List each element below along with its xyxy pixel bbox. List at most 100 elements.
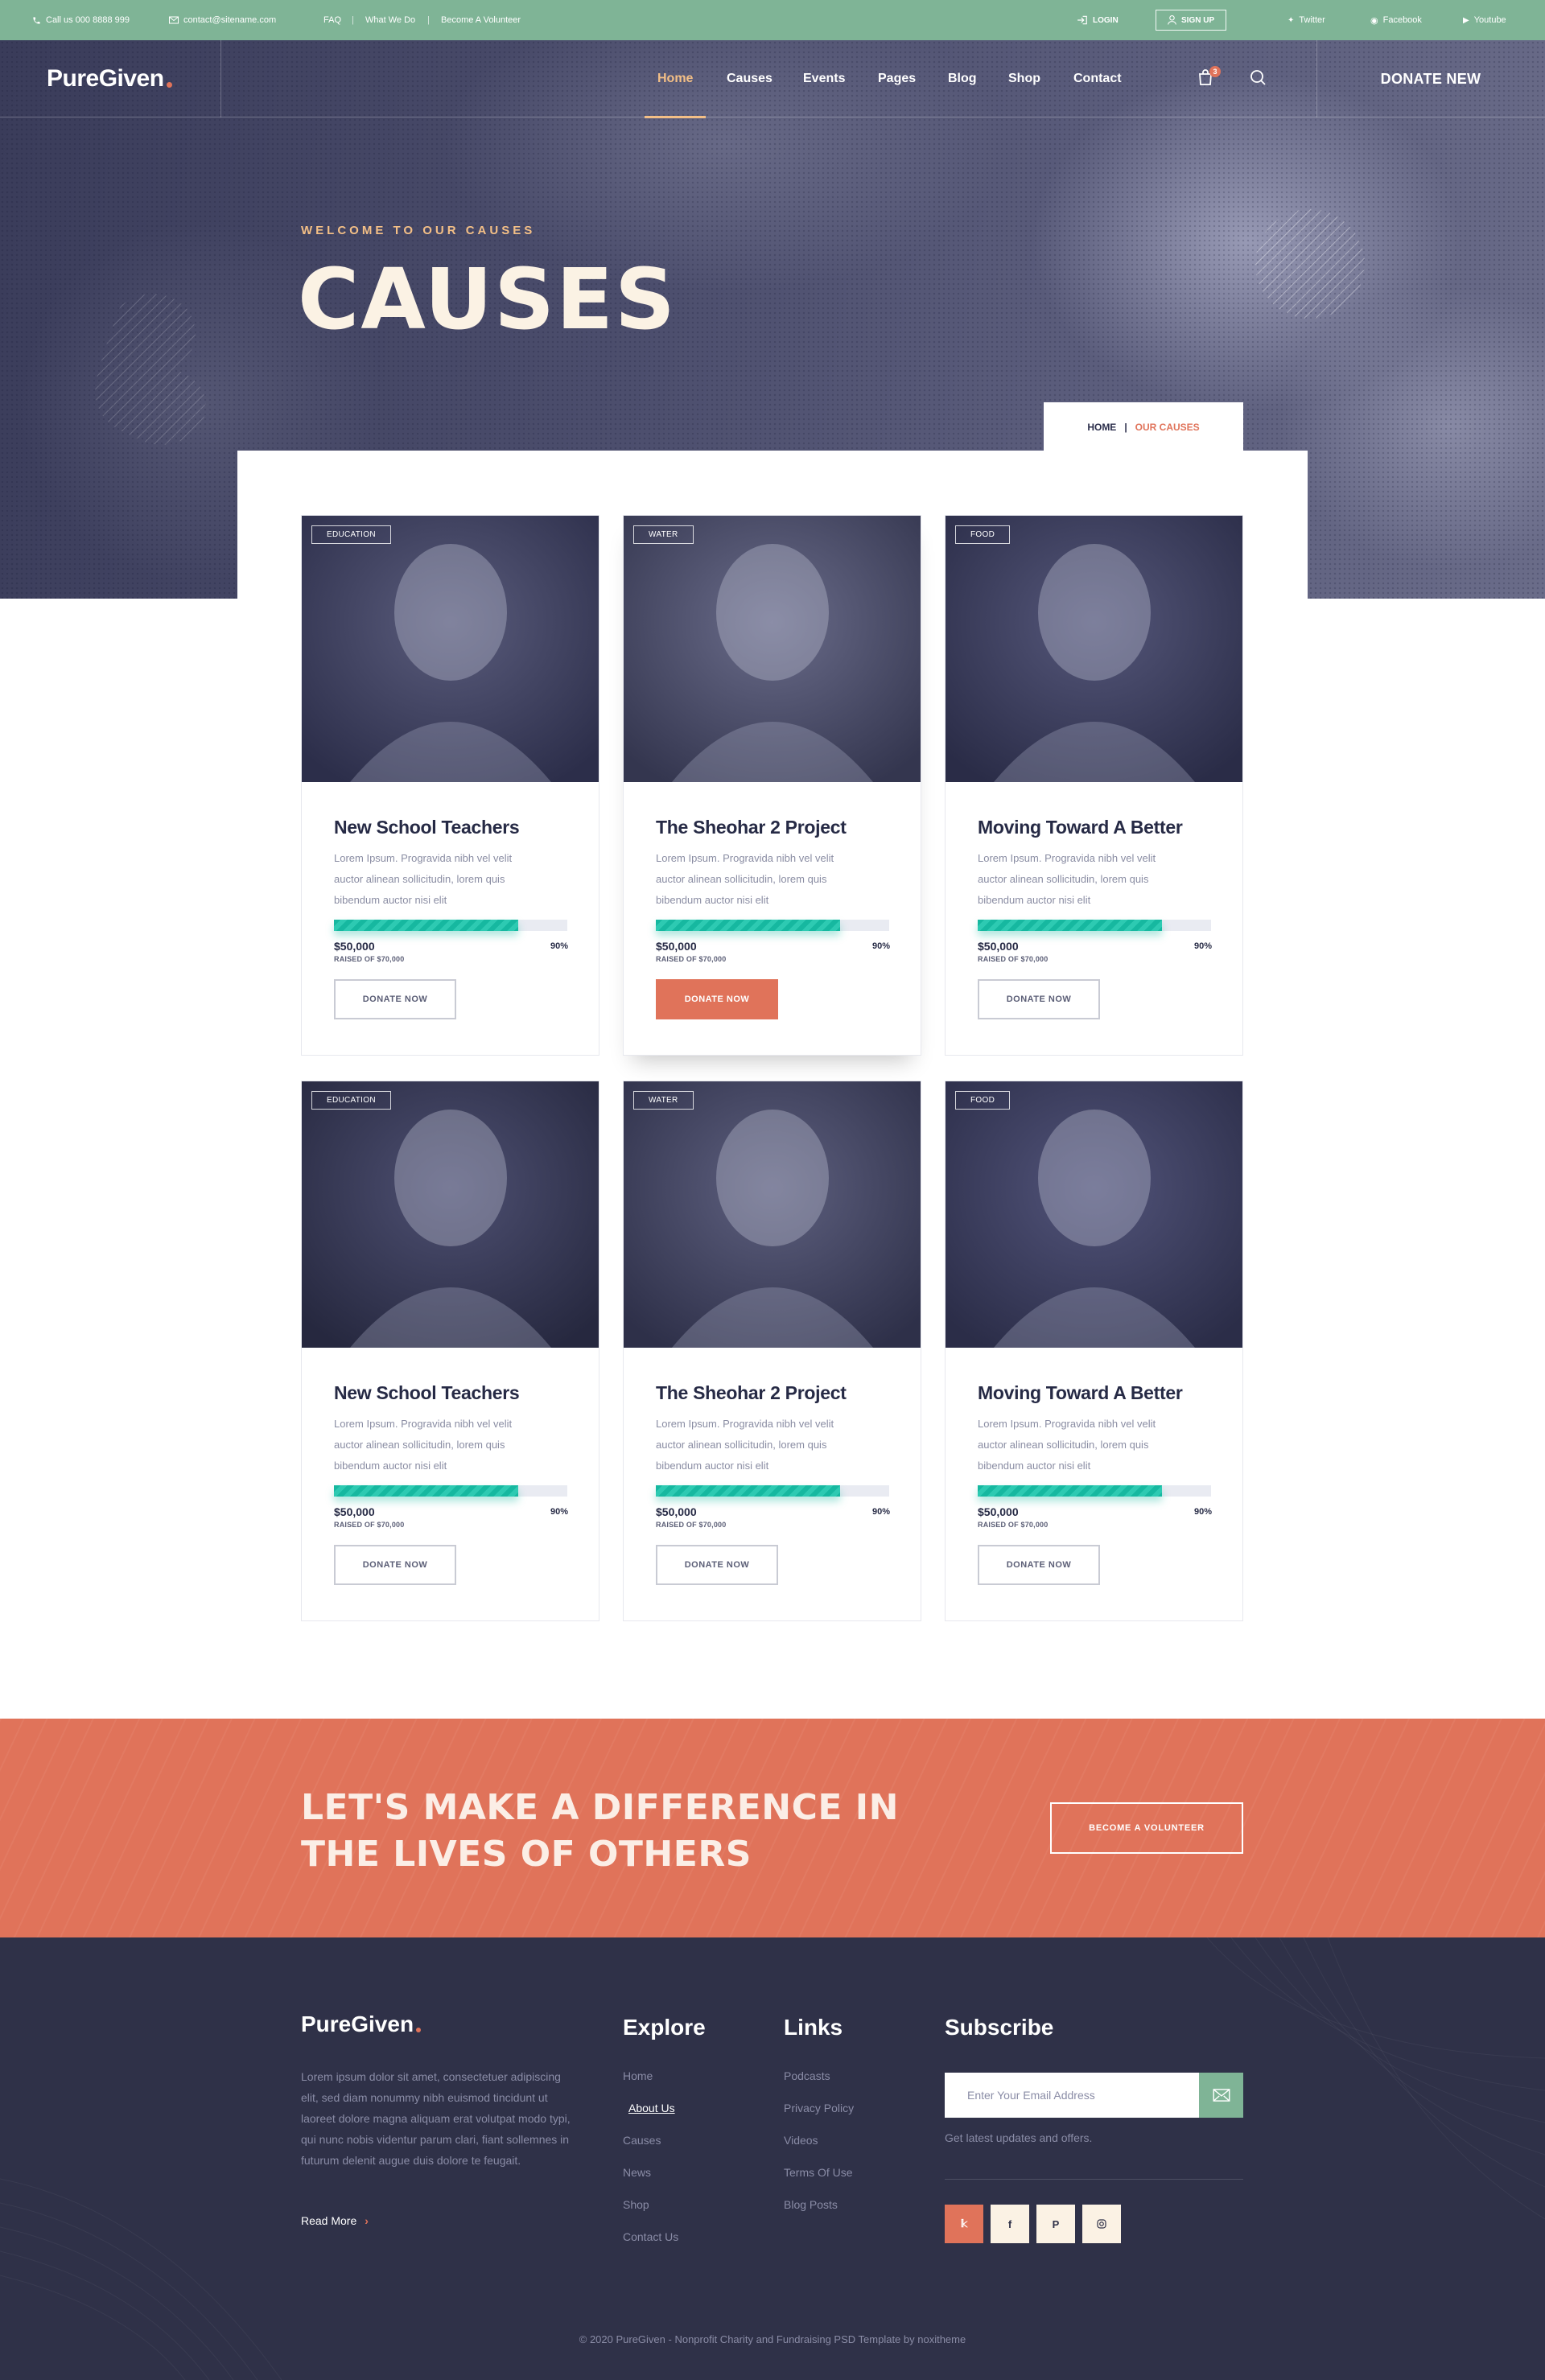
read-more-link[interactable]: Read More › xyxy=(301,2214,369,2227)
footer-social-facebook[interactable]: f xyxy=(991,2205,1029,2243)
footer-logo[interactable]: PureGiven xyxy=(301,2011,422,2037)
progress-percent: 90% xyxy=(871,1507,890,1517)
read-more-label: Read More xyxy=(301,2214,357,2227)
cause-image[interactable] xyxy=(624,1081,921,1348)
footer xyxy=(0,1937,1545,2380)
cause-image[interactable] xyxy=(946,516,1242,782)
donate-now-button[interactable]: DONATE NOW xyxy=(334,979,456,1019)
goal-amount: RAISED OF $70,000 xyxy=(978,1521,1049,1529)
cause-image[interactable] xyxy=(302,516,599,782)
email-text: contact@sitename.com xyxy=(183,15,277,25)
cause-photo-placeholder xyxy=(946,1081,1242,1348)
nav-causes[interactable]: Causes xyxy=(727,40,772,117)
cause-title[interactable]: The Sheohar 2 Project xyxy=(656,1382,847,1404)
donate-new-button[interactable]: DONATE NEW xyxy=(1316,40,1545,117)
cause-category-tag[interactable]: FOOD xyxy=(955,1091,1011,1110)
cause-category-tag[interactable]: FOOD xyxy=(955,525,1011,544)
facebook-icon: f xyxy=(1007,2217,1012,2230)
footer-heading-explore: Explore xyxy=(623,2015,706,2040)
footer-link[interactable]: About Us xyxy=(623,2098,678,2131)
cause-description: Lorem Ipsum. Progravida nibh vel velit a… xyxy=(978,852,1156,906)
donate-now-button[interactable]: DONATE NOW xyxy=(656,979,778,1019)
cause-image[interactable] xyxy=(624,516,921,782)
search-button[interactable] xyxy=(1248,68,1271,90)
donate-now-button[interactable]: DONATE NOW xyxy=(978,1545,1100,1585)
login-label: LOGIN xyxy=(1093,15,1119,25)
page-title: CAUSES xyxy=(298,250,677,348)
footer-link[interactable]: Contact Us xyxy=(623,2227,678,2259)
cause-title[interactable]: Moving Toward A Better xyxy=(978,817,1183,838)
phone-icon xyxy=(33,16,40,24)
footer-link[interactable]: Shop xyxy=(623,2195,678,2227)
cause-title[interactable]: New School Teachers xyxy=(334,817,520,838)
signup-button[interactable]: SIGN UP xyxy=(1156,0,1227,40)
footer-social-pinterest[interactable]: P xyxy=(1036,2205,1075,2243)
footer-link[interactable]: Privacy Policy xyxy=(784,2098,854,2131)
social-link-youtube[interactable]: ▶ Youtube xyxy=(1463,0,1506,40)
cause-category-tag[interactable]: EDUCATION xyxy=(311,525,391,544)
goal-amount: RAISED OF $70,000 xyxy=(978,955,1049,963)
footer-link[interactable]: Podcasts xyxy=(784,2066,854,2098)
cart-button[interactable]: 3 xyxy=(1196,66,1221,90)
social-label: Facebook xyxy=(1382,15,1422,25)
progress-fill xyxy=(656,1485,841,1497)
progress-bar xyxy=(334,1485,567,1497)
raised-amount: $50,000 xyxy=(334,1505,375,1518)
cause-category-tag[interactable]: WATER xyxy=(633,525,694,544)
mail-icon xyxy=(169,16,179,24)
logo-text: PureGiven xyxy=(47,65,164,92)
footer-link[interactable]: Terms Of Use xyxy=(784,2163,854,2195)
donate-now-button[interactable]: DONATE NOW xyxy=(978,979,1100,1019)
topbar-link-label: Become A Volunteer xyxy=(441,15,521,25)
become-volunteer-button[interactable]: BECOME A VOLUNTEER xyxy=(1050,1802,1243,1854)
nav-contact[interactable]: Contact xyxy=(1073,40,1122,117)
email-input[interactable] xyxy=(945,2073,1199,2118)
cause-image[interactable] xyxy=(302,1081,599,1348)
cause-image[interactable] xyxy=(946,1081,1242,1348)
topbar-link-what-we-do[interactable]: What We Do xyxy=(365,0,415,40)
footer-link[interactable]: Videos xyxy=(784,2131,854,2163)
progress-percent: 90% xyxy=(871,941,890,951)
breadcrumb-separator: | xyxy=(1124,422,1127,433)
subscribe-button[interactable] xyxy=(1199,2073,1243,2118)
signup-box[interactable]: SIGN UP xyxy=(1156,10,1227,31)
footer-social-twitter[interactable]: 𝕜 xyxy=(945,2205,983,2243)
cause-description: Lorem Ipsum. Progravida nibh vel velit a… xyxy=(334,1418,513,1472)
social-link-twitter[interactable]: ✦ Twitter xyxy=(1288,0,1325,40)
cause-title[interactable]: New School Teachers xyxy=(334,1382,520,1404)
cause-category-tag[interactable]: EDUCATION xyxy=(311,1091,391,1110)
raised-amount: $50,000 xyxy=(656,940,697,953)
envelope-icon xyxy=(1213,2089,1230,2102)
footer-link[interactable]: Home xyxy=(623,2066,678,2098)
phone-contact[interactable]: Call us 000 8888 999 xyxy=(32,0,130,40)
footer-link[interactable]: News xyxy=(623,2163,678,2195)
twitter-icon: ✦ xyxy=(1288,15,1295,25)
cause-photo-placeholder xyxy=(302,1081,599,1348)
donate-now-button[interactable]: DONATE NOW xyxy=(656,1545,778,1585)
cause-title[interactable]: Moving Toward A Better xyxy=(978,1382,1183,1404)
progress-fill xyxy=(334,1485,519,1497)
footer-link[interactable]: Causes xyxy=(623,2131,678,2163)
topbar-link-volunteer[interactable]: Become A Volunteer xyxy=(441,0,521,40)
login-link[interactable]: LOGIN xyxy=(1077,0,1119,40)
raised-amount: $50,000 xyxy=(656,1505,697,1518)
email-contact[interactable]: contact@sitename.com xyxy=(169,0,276,40)
cta-heading-line: THE LIVES OF OTHERS xyxy=(301,1834,752,1875)
nav-events[interactable]: Events xyxy=(803,40,845,117)
breadcrumb-home[interactable]: HOME xyxy=(1087,422,1116,433)
logo-dot xyxy=(166,81,172,88)
cause-title[interactable]: The Sheohar 2 Project xyxy=(656,817,847,838)
donate-now-button[interactable]: DONATE NOW xyxy=(334,1545,456,1585)
cause-category-tag[interactable]: WATER xyxy=(633,1091,694,1110)
header-divider xyxy=(220,40,221,117)
topbar-link-faq[interactable]: FAQ xyxy=(323,0,341,40)
nav-blog[interactable]: Blog xyxy=(948,40,977,117)
divider: | xyxy=(427,15,430,25)
social-link-facebook[interactable]: ◉ Facebook xyxy=(1370,0,1422,40)
site-logo[interactable]: PureGiven xyxy=(47,40,172,117)
nav-home[interactable]: Home xyxy=(644,40,707,118)
nav-shop[interactable]: Shop xyxy=(1008,40,1040,117)
nav-pages[interactable]: Pages xyxy=(878,40,916,117)
footer-social-instagram[interactable] xyxy=(1082,2205,1121,2243)
footer-link[interactable]: Blog Posts xyxy=(784,2195,854,2227)
